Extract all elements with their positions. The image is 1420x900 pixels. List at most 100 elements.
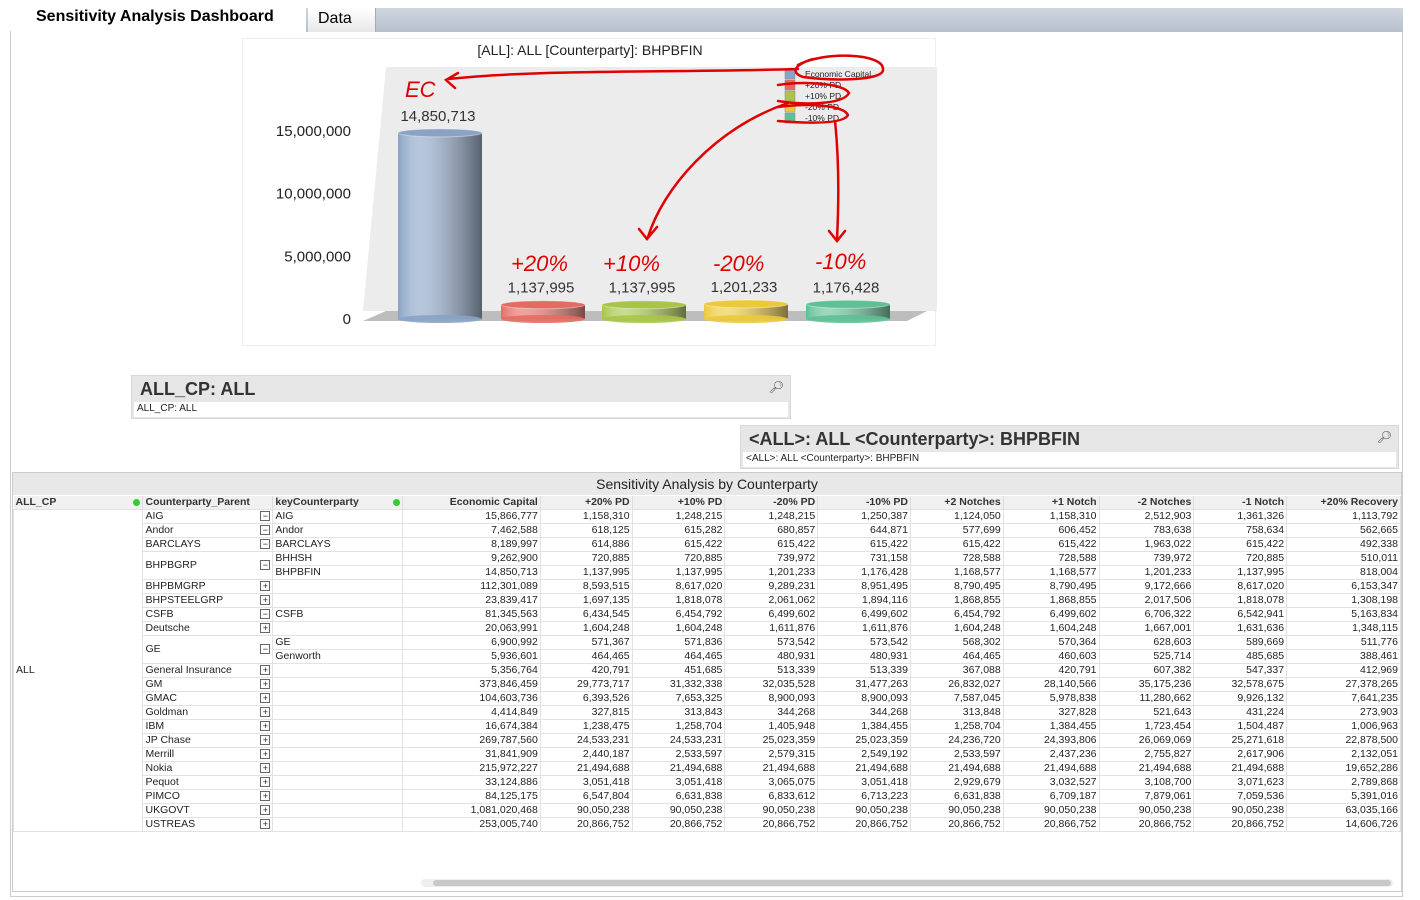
search-icon[interactable]: 🔎︎ (1377, 430, 1392, 444)
column-header[interactable]: -10% PD (817, 496, 911, 509)
parent-cell[interactable]: BHPBGRP − (142, 550, 274, 580)
value-cell: 3,051,418 (539, 774, 633, 790)
parent-cell[interactable]: USTREAS + (142, 816, 274, 832)
key-cell[interactable]: CSFB (272, 606, 404, 622)
key-cell[interactable] (272, 760, 404, 776)
all-cp-cell[interactable]: ALL (12, 508, 144, 832)
search-icon[interactable]: 🔎︎ (769, 380, 784, 394)
key-cell[interactable]: GE (272, 634, 404, 650)
parent-cell[interactable]: Goldman + (142, 704, 274, 720)
parent-cell[interactable]: General Insurance + (142, 662, 274, 678)
column-header[interactable]: +2 Notches (910, 496, 1004, 509)
collapse-icon[interactable]: − (260, 609, 271, 619)
sensitivity-table: Sensitivity Analysis by Counterparty ALL… (12, 472, 1402, 892)
column-header[interactable]: +20% PD (540, 496, 633, 509)
key-cell[interactable] (272, 592, 404, 608)
tab-sensitivity-analysis-dashboard[interactable]: Sensitivity Analysis Dashboard (10, 4, 306, 32)
parent-cell[interactable]: CSFB − (142, 606, 274, 622)
listbox-all-cp[interactable]: ALL_CP: ALL 🔎︎ ALL_CP: ALL (131, 375, 791, 419)
parent-cell[interactable]: Merrill + (142, 746, 274, 762)
column-header[interactable]: -2 Notches (1099, 496, 1195, 509)
key-cell[interactable] (272, 746, 404, 762)
column-header[interactable]: +10% PD (632, 496, 726, 509)
parent-cell[interactable]: Andor − (142, 522, 274, 538)
key-cell[interactable] (272, 676, 404, 692)
expand-icon[interactable]: + (260, 819, 271, 829)
key-cell[interactable] (272, 704, 404, 720)
key-cell[interactable]: BARCLAYS (272, 536, 404, 552)
parent-cell[interactable]: GE − (142, 634, 274, 664)
parent-cell[interactable]: PIMCO + (142, 788, 274, 804)
column-header[interactable]: -1 Notch (1193, 496, 1288, 509)
expand-icon[interactable]: + (260, 777, 271, 787)
horizontal-scrollbar[interactable] (421, 879, 1393, 887)
expand-icon[interactable]: + (260, 595, 271, 605)
expand-icon[interactable]: + (260, 721, 271, 731)
parent-cell[interactable]: AIG − (142, 508, 274, 524)
column-header[interactable]: -20% PD (724, 496, 819, 509)
expand-icon[interactable]: + (260, 749, 271, 759)
key-cell[interactable] (272, 718, 404, 734)
data-label: 1,201,233 (711, 279, 778, 296)
expand-icon[interactable]: + (260, 693, 271, 703)
parent-cell[interactable]: BARCLAYS − (142, 536, 274, 552)
value-cell: 547,337 (1193, 662, 1288, 678)
key-cell[interactable] (272, 620, 404, 636)
key-cell[interactable] (272, 774, 404, 790)
column-header[interactable]: Economic Capital (402, 496, 541, 509)
parent-cell[interactable]: UKGOVT + (142, 802, 274, 818)
expand-icon[interactable]: + (260, 679, 271, 689)
value-cell: 367,088 (909, 662, 1004, 678)
key-cell[interactable] (272, 578, 404, 594)
key-cell[interactable]: BHHSH (272, 550, 404, 566)
header-row: ALL_CP Counterparty_Parent keyCounterparty… (13, 496, 1401, 509)
key-cell[interactable] (272, 690, 404, 706)
expand-icon[interactable]: + (260, 581, 271, 591)
parent-cell[interactable]: Deutsche + (142, 620, 274, 636)
parent-cell[interactable]: BHPSTEELGRP + (142, 592, 274, 608)
parent-cell[interactable]: IBM + (142, 718, 274, 734)
expand-icon[interactable]: + (260, 623, 271, 633)
value-cell: 464,465 (539, 648, 633, 664)
parent-cell[interactable]: GMAC + (142, 690, 274, 706)
listbox-counterparty[interactable]: <ALL>: ALL <Counterparty>: BHPBFIN 🔎︎ <A… (740, 425, 1399, 469)
tab-data[interactable]: Data (308, 8, 376, 32)
column-header[interactable]: Counterparty_Parent (142, 496, 274, 509)
collapse-icon[interactable]: − (260, 539, 271, 549)
scrollbar-thumb[interactable] (433, 880, 1391, 886)
listbox-caption: <ALL>: ALL <Counterparty>: BHPBFIN (749, 429, 1081, 449)
parent-cell[interactable]: Nokia + (142, 760, 274, 776)
expand-icon[interactable]: + (260, 665, 271, 675)
parent-cell[interactable]: GM + (142, 676, 274, 692)
key-cell[interactable]: BHPBFIN (272, 564, 404, 580)
bar-chart[interactable]: [ALL]: ALL [Counterparty]: BHPBFIN 0 5,000… (242, 38, 937, 346)
expand-icon[interactable]: + (260, 791, 271, 801)
key-cell[interactable] (272, 732, 404, 748)
key-cell[interactable] (272, 662, 404, 678)
column-header[interactable]: ALL_CP (13, 496, 144, 509)
column-header[interactable]: +1 Notch (1003, 496, 1100, 509)
expand-icon[interactable]: + (260, 707, 271, 717)
value-cell: 8,617,020 (631, 578, 726, 594)
y-tick-label: 10,000,000 (276, 186, 351, 203)
collapse-icon[interactable]: − (260, 560, 271, 570)
parent-cell[interactable]: JP Chase + (142, 732, 274, 748)
collapse-icon[interactable]: − (260, 511, 271, 521)
value-cell: 29,773,717 (539, 676, 633, 692)
parent-cell[interactable]: BHPBMGRP + (142, 578, 274, 594)
key-cell[interactable] (272, 816, 404, 832)
collapse-icon[interactable]: − (260, 644, 271, 654)
key-cell[interactable]: Genworth (272, 648, 404, 664)
key-cell[interactable] (272, 788, 404, 804)
key-cell[interactable] (272, 802, 404, 818)
value-cell: 20,866,752 (631, 816, 726, 832)
collapse-icon[interactable]: − (260, 525, 271, 535)
parent-cell[interactable]: Pequot + (142, 774, 274, 790)
key-cell[interactable]: Andor (272, 522, 404, 538)
expand-icon[interactable]: + (260, 735, 271, 745)
expand-icon[interactable]: + (260, 763, 271, 773)
expand-icon[interactable]: + (260, 805, 271, 815)
column-header[interactable]: +20% Recovery (1286, 496, 1401, 509)
column-header[interactable]: keyCounterparty (272, 496, 404, 509)
key-cell[interactable]: AIG (272, 508, 404, 524)
